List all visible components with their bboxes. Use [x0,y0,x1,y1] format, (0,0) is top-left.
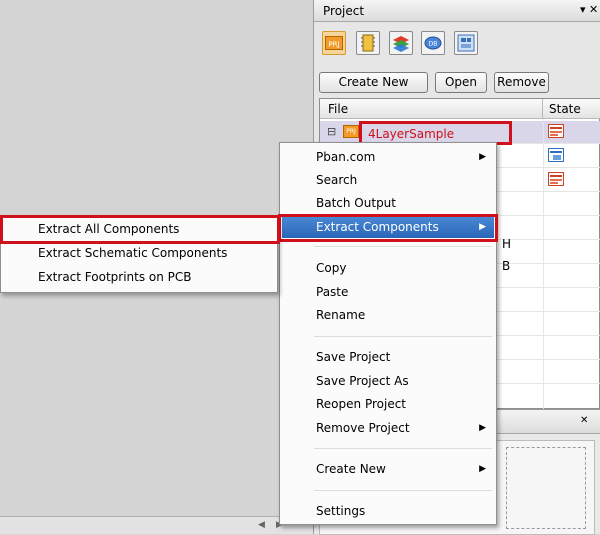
menu-separator [314,490,492,491]
menu-item-pban[interactable]: Pban.com ▶ [282,146,494,168]
panel-title: Project [323,4,365,18]
panel-pin-close-icon[interactable]: ▾ ✕ [580,3,598,16]
project-icon-glyph: PRJ [325,36,343,50]
expand-toggle-icon[interactable]: ⊟ [327,125,336,138]
scroll-left-arrow-icon[interactable]: ◀ [258,520,265,530]
svg-text:PRJ: PRJ [328,41,339,49]
extract-all-highlight-box [0,215,280,244]
menu-item-copy[interactable]: Copy [282,257,494,279]
row-text-fragment: B [502,259,511,273]
submenu-item-extract-schematic[interactable]: Extract Schematic Components [3,242,275,265]
svg-text:DB: DB [429,41,438,48]
pcb-layers-icon[interactable] [389,31,413,55]
menu-item-search[interactable]: Search [282,169,494,191]
submenu-arrow-icon: ▶ [479,152,486,162]
create-new-button[interactable]: Create New [319,72,428,93]
project-name: 4LayerSample [368,127,455,141]
menu-separator [314,246,492,247]
project-panel-header: Project ▾ ✕ [314,0,600,22]
database-icon[interactable]: DB [421,31,445,55]
menu-item-label: Create New [316,462,386,476]
submenu-arrow-icon: ▶ [479,423,486,433]
menu-item-create-new[interactable]: Create New ▶ [282,458,494,480]
submenu-item-extract-footprints[interactable]: Extract Footprints on PCB [3,266,275,289]
schematic-icon[interactable] [356,31,380,55]
open-button[interactable]: Open [435,72,487,93]
menu-item-rename[interactable]: Rename [282,304,494,326]
project-icon[interactable]: PRJ [322,31,346,55]
context-menu: Pban.com ▶ Search Batch Output Extract C… [279,142,497,525]
row-text-fragment: H [502,237,512,251]
menu-item-reopen-project[interactable]: Reopen Project [282,393,494,415]
column-header-state[interactable]: State [543,99,600,119]
project-file-icon: PRJ [343,125,359,138]
menu-separator [314,336,492,337]
menu-item-label: Pban.com [316,150,376,164]
remove-button[interactable]: Remove [494,72,549,93]
horizontal-scrollbar[interactable]: ◀ ▶ [0,516,313,534]
menu-item-settings[interactable]: Settings [282,500,494,522]
state-icon-modified [548,172,564,189]
column-divider [543,119,544,410]
menu-item-batch-output[interactable]: Batch Output [282,192,494,214]
menu-item-paste[interactable]: Paste [282,281,494,303]
submenu-arrow-icon: ▶ [479,464,486,474]
preview-drawing-frame [506,447,586,529]
column-header-file[interactable]: File [320,99,543,119]
state-icon-saved [548,148,564,165]
menu-item-remove-project[interactable]: Remove Project ▶ [282,417,494,439]
preview-panel-close-icon[interactable]: ✕ [580,415,588,426]
extract-components-highlight-box [278,214,498,242]
menu-item-label: Remove Project [316,421,410,435]
library-icon[interactable] [454,31,478,55]
menu-item-save-project-as[interactable]: Save Project As [282,370,494,392]
menu-separator [314,448,492,449]
state-icon-modified [548,124,564,141]
menu-item-save-project[interactable]: Save Project [282,346,494,368]
